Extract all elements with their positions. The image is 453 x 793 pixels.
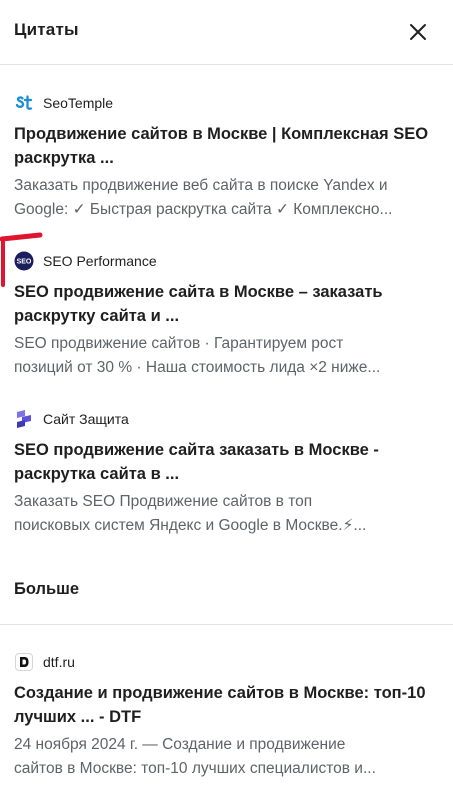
citation-title-link[interactable]: SEO продвижение сайта в Москве – заказат… bbox=[14, 280, 439, 328]
citation-snippet: Заказать SEO Продвижение сайтов в топ по… bbox=[14, 493, 367, 534]
citation-snippet: SEO продвижение сайтов · Гарантируем рос… bbox=[14, 335, 381, 376]
dtf-favicon-icon bbox=[14, 652, 34, 672]
panel-header: Цитаты bbox=[0, 0, 453, 64]
header-divider bbox=[0, 64, 453, 65]
sait-zashita-favicon-icon bbox=[14, 409, 34, 429]
citation-source-name: SeoTemple bbox=[43, 95, 114, 111]
seo-performance-favicon-icon: SEO bbox=[14, 251, 34, 271]
citations-panel: Цитаты SeoTemple Продвижение сайтов в Мо… bbox=[0, 0, 453, 793]
more-source-name: dtf.ru bbox=[43, 654, 75, 670]
citation-title-link[interactable]: SEO продвижение сайта заказать в Москве … bbox=[14, 438, 439, 486]
citation-snippet: Заказать продвижение веб сайта в поиске … bbox=[14, 177, 393, 218]
panel-title: Цитаты bbox=[14, 20, 79, 39]
citation-source-name: SEO Performance bbox=[43, 253, 157, 269]
more-snippet: 24 ноября 2024 г. — Создание и продвижен… bbox=[14, 736, 376, 777]
seotemple-favicon-icon bbox=[14, 93, 34, 113]
more-heading: Больше bbox=[14, 580, 80, 598]
citation-source-row[interactable]: SeoTemple bbox=[14, 93, 113, 113]
citation-source-row[interactable]: Сайт Защита bbox=[14, 409, 129, 429]
more-divider bbox=[0, 624, 453, 625]
svg-text:SEO: SEO bbox=[17, 259, 32, 266]
citation-source-row[interactable]: SEO SEO Performance bbox=[14, 251, 157, 271]
more-title-link[interactable]: Создание и продвижение сайтов в Москве: … bbox=[14, 681, 439, 729]
close-icon bbox=[410, 24, 426, 40]
citation-title-link[interactable]: Продвижение сайтов в Москве | Комплексна… bbox=[14, 122, 439, 170]
close-button[interactable] bbox=[404, 18, 432, 46]
more-source-row[interactable]: dtf.ru bbox=[14, 652, 75, 672]
citation-source-name: Сайт Защита bbox=[43, 411, 129, 427]
